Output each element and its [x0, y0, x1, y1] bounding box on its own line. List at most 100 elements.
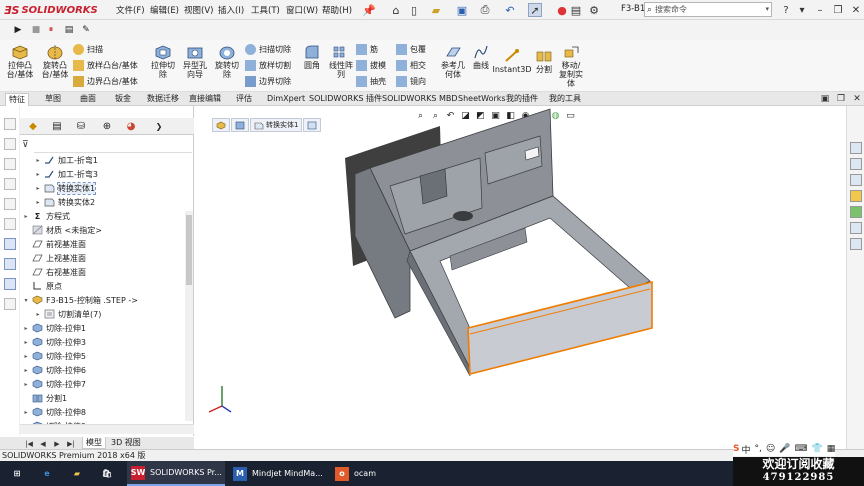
- macro-edit-icon[interactable]: ✎: [80, 24, 92, 36]
- expand-arrow-icon[interactable]: ▸: [22, 381, 30, 388]
- tree-item[interactable]: ▸ 加工-折弯3: [34, 167, 98, 181]
- expand-arrow-icon[interactable]: ▸: [22, 367, 30, 374]
- tree-item-selected[interactable]: ▸ 转换实体1: [34, 181, 97, 195]
- tab-my-tools[interactable]: 我的工具: [546, 93, 584, 106]
- revolved-boss-button[interactable]: 旋转凸 台/基体: [38, 44, 72, 79]
- print-icon[interactable]: ⎙: [478, 3, 492, 17]
- home-icon[interactable]: ⌂: [389, 3, 403, 17]
- tab-dimxpert[interactable]: DimXpert: [264, 93, 308, 106]
- tab-solidworks-addins[interactable]: SOLIDWORKS 插件: [306, 93, 385, 106]
- restore-pane-icon[interactable]: ❐: [834, 92, 848, 106]
- menu-window[interactable]: 窗口(W): [286, 4, 318, 16]
- propertymanager-icon[interactable]: ▤: [46, 119, 68, 134]
- strip-tool-icon[interactable]: [4, 218, 16, 230]
- split-button[interactable]: 分割: [533, 48, 555, 74]
- collapse-arrow-icon[interactable]: ▾: [22, 297, 30, 304]
- tab-sheet-metal[interactable]: 钣金: [112, 93, 134, 106]
- expand-arrow-icon[interactable]: ▸: [22, 213, 30, 220]
- hole-wizard-button[interactable]: 异型孔 向导: [180, 44, 210, 79]
- open-folder-icon[interactable]: ▰: [429, 3, 443, 17]
- tree-item[interactable]: 材质 <未指定>: [22, 223, 102, 237]
- start-button[interactable]: ⊞: [6, 461, 29, 486]
- file-explorer-button[interactable]: ▰: [66, 461, 89, 486]
- shell-button[interactable]: 抽壳: [356, 75, 386, 87]
- reference-geometry-button[interactable]: 参考几 何体: [438, 44, 468, 79]
- view-palette-icon[interactable]: [850, 190, 862, 202]
- menu-help[interactable]: 帮助(H): [322, 4, 352, 16]
- record-pause-icon[interactable]: ⏸: [45, 24, 57, 36]
- move-copy-body-button[interactable]: 移动/ 复制实 体: [556, 44, 586, 88]
- tree-item[interactable]: 分割1: [22, 391, 67, 405]
- file-properties-icon[interactable]: ▤: [569, 3, 583, 17]
- draft-button[interactable]: 拔模: [356, 59, 386, 71]
- taskbar-mindjet[interactable]: M Mindjet MindMa...: [229, 461, 327, 486]
- tab-evaluate[interactable]: 评估: [233, 93, 255, 106]
- tree-item[interactable]: ▸ 转换实体2: [34, 195, 95, 209]
- solidworks-resources-icon[interactable]: [850, 142, 862, 154]
- help-question-icon[interactable]: ?: [778, 2, 794, 18]
- boundary-boss-button[interactable]: 边界凸台/基体: [73, 75, 138, 87]
- close-button[interactable]: ✕: [848, 2, 864, 18]
- tab-data-migration[interactable]: 数据迁移: [144, 93, 182, 106]
- tree-item[interactable]: ▸ 切除-拉伸1: [22, 321, 86, 335]
- strip-tool-icon[interactable]: [4, 298, 16, 310]
- tree-item[interactable]: ▸ 加工-折弯1: [34, 153, 98, 167]
- close-pane-icon[interactable]: ✕: [850, 92, 864, 106]
- solidworks-forum-icon[interactable]: [850, 238, 862, 250]
- menu-edit[interactable]: 编辑(E): [150, 4, 179, 16]
- panel-icon[interactable]: ▣: [818, 92, 832, 106]
- tree-item[interactable]: 右视基准面: [22, 265, 86, 279]
- chevron-down-icon[interactable]: ▾: [765, 5, 769, 13]
- boundary-cut-button[interactable]: 边界切除: [245, 75, 291, 87]
- strip-tool-icon[interactable]: [4, 138, 16, 150]
- tree-item[interactable]: ▸ 切除-拉伸3: [22, 335, 86, 349]
- lofted-cut-button[interactable]: 放样切割: [245, 59, 291, 71]
- expand-arrow-icon[interactable]: ▸: [22, 409, 30, 416]
- scrollbar-thumb[interactable]: [186, 215, 192, 285]
- restore-button[interactable]: ❐: [830, 2, 846, 18]
- swept-cut-button[interactable]: 扫描切除: [245, 43, 291, 55]
- pin-icon[interactable]: 📌: [362, 3, 376, 17]
- tree-horizontal-scrollbar[interactable]: [20, 424, 194, 434]
- tree-item[interactable]: ▸ 切割清单(7): [34, 307, 101, 321]
- expand-arrow-icon[interactable]: ▸: [34, 185, 42, 192]
- expand-arrow-icon[interactable]: ▸: [22, 325, 30, 332]
- displaymanager-icon[interactable]: ◕: [120, 119, 142, 134]
- command-search-input[interactable]: ⌕ 搜索命令 ▾: [644, 2, 772, 17]
- tab-direct-editing[interactable]: 直接编辑: [186, 93, 224, 106]
- menu-file[interactable]: 文件(F): [116, 4, 145, 16]
- appearances-icon[interactable]: [850, 206, 862, 218]
- tab-solidworks-mbd[interactable]: SOLIDWORKS MBD: [379, 93, 461, 106]
- tree-item[interactable]: 上视基准面: [22, 251, 86, 265]
- strip-tool-icon[interactable]: [4, 258, 16, 270]
- undo-icon[interactable]: ↶: [503, 3, 517, 17]
- traffic-light-icon[interactable]: ●: [555, 3, 569, 17]
- extruded-boss-button[interactable]: 拉伸凸 台/基体: [3, 44, 37, 79]
- help-dropdown-icon[interactable]: ▾: [794, 2, 810, 18]
- expand-arrow-icon[interactable]: ▸: [34, 311, 42, 318]
- menu-tools[interactable]: 工具(T): [251, 4, 280, 16]
- tab-model[interactable]: 模型: [82, 437, 106, 449]
- strip-tool-icon[interactable]: [4, 278, 16, 290]
- expand-arrow-icon[interactable]: ▸: [34, 171, 42, 178]
- featuremanager-tree-icon[interactable]: ◆: [22, 119, 44, 134]
- tree-item[interactable]: ▾ F3-B15-控制箱 .STEP ->: [22, 293, 137, 307]
- stop-icon[interactable]: ■: [30, 24, 42, 36]
- configurationmanager-icon[interactable]: ⛁: [70, 119, 92, 134]
- rib-button[interactable]: 筋: [356, 43, 378, 55]
- revolved-cut-button[interactable]: 旋转切 除: [212, 44, 242, 79]
- taskbar-solidworks[interactable]: SW SOLIDWORKS Pr...: [127, 461, 225, 486]
- expand-arrow-icon[interactable]: ▸: [22, 339, 30, 346]
- strip-tool-icon[interactable]: [4, 198, 16, 210]
- linear-pattern-button[interactable]: 线性阵 列: [326, 44, 356, 79]
- tree-item[interactable]: ▸ 切除-拉伸5: [22, 349, 86, 363]
- minimize-button[interactable]: –: [812, 2, 828, 18]
- extruded-cut-button[interactable]: 拉伸切 除: [148, 44, 178, 79]
- ime-toolbar[interactable]: S 中 °, ☺ 🎤 ⌨ 👕 ▦: [733, 442, 836, 456]
- strip-tool-icon[interactable]: [4, 158, 16, 170]
- tab-sheetworks[interactable]: SheetWorks: [455, 93, 509, 106]
- tab-my-plugins[interactable]: 我的插件: [503, 93, 541, 106]
- menu-view[interactable]: 视图(V): [184, 4, 213, 16]
- store-button[interactable]: 🛍: [96, 461, 119, 486]
- select-cursor-icon[interactable]: ➚: [528, 3, 542, 17]
